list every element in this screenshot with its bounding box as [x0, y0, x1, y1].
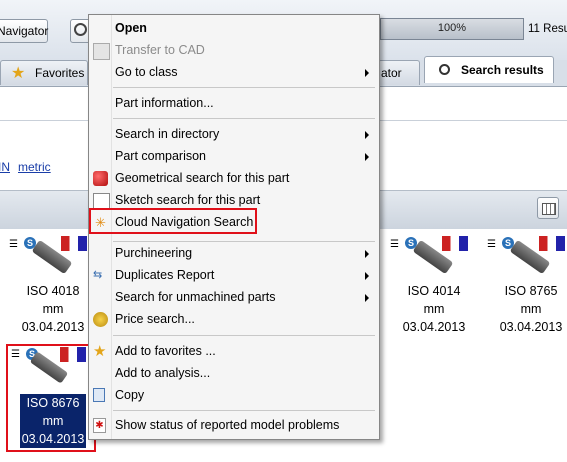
- coins-icon: [93, 312, 108, 327]
- menu-item-search-in-directory[interactable]: Search in directory: [89, 124, 379, 144]
- part-date: 03.04.2013: [499, 320, 563, 334]
- tab-favorites-label: Favorites: [35, 66, 85, 80]
- table-icon: [542, 203, 556, 215]
- transfer-icon: [93, 43, 110, 60]
- part-name: ISO 8765: [504, 284, 558, 298]
- copy-icon: [93, 388, 105, 402]
- filter-link-1[interactable]: IN: [0, 160, 10, 174]
- menu-item-sketch-search[interactable]: Sketch search for this part: [89, 190, 379, 210]
- menu-item-label: Go to class: [115, 65, 178, 79]
- part-unit: mm: [423, 302, 445, 316]
- menu-item-label: Duplicates Report: [115, 268, 215, 282]
- part-card-selected[interactable]: ☰ S ISO 8676 mm 03.04.2013: [6, 344, 96, 452]
- flags-icon: [442, 236, 468, 251]
- magnifier-icon: [439, 64, 450, 75]
- menu-separator: [113, 241, 375, 242]
- menu-item-label: Search in directory: [115, 127, 220, 141]
- submenu-arrow-icon: [365, 153, 369, 161]
- part-date: 03.04.2013: [402, 320, 466, 334]
- menu-item-transfer-to-cad[interactable]: Transfer to CAD: [89, 40, 379, 60]
- menu-item-label: Copy: [115, 388, 145, 402]
- menu-item-label: Add to analysis...: [115, 366, 211, 380]
- part-date: 03.04.2013: [21, 432, 85, 446]
- menu-item-search-unmachined[interactable]: Search for unmachined parts: [89, 287, 379, 307]
- menu-item-open[interactable]: Open: [89, 18, 379, 38]
- part-unit: mm: [42, 414, 64, 428]
- list-icon: ☰: [11, 349, 20, 360]
- filter-link-metric[interactable]: metric: [18, 160, 51, 174]
- submenu-arrow-icon: [365, 294, 369, 302]
- highlight-box: [89, 208, 257, 234]
- submenu-arrow-icon: [365, 69, 369, 77]
- flags-icon: [539, 236, 565, 251]
- menu-item-show-status[interactable]: ✱ Show status of reported model problems: [89, 415, 379, 435]
- table-view-button[interactable]: [537, 197, 559, 219]
- menu-item-add-to-favorites[interactable]: ★ Add to favorites ...: [89, 341, 379, 361]
- tab-search-results-label: Search results: [461, 63, 544, 77]
- menu-item-go-to-class[interactable]: Go to class: [89, 62, 379, 82]
- menu-separator: [113, 118, 375, 119]
- menu-item-part-comparison[interactable]: Part comparison: [89, 146, 379, 166]
- results-count: 11 Resu: [528, 23, 567, 35]
- list-icon: ☰: [487, 239, 496, 250]
- flags-icon: [61, 236, 87, 251]
- submenu-arrow-icon: [365, 250, 369, 258]
- menu-item-duplicates-report[interactable]: ⇆ Duplicates Report: [89, 265, 379, 285]
- tab-navigator-label: ator: [381, 66, 402, 80]
- part-name: ISO 8676: [26, 396, 80, 410]
- part-caption: ISO 4014 mm 03.04.2013: [387, 282, 481, 336]
- part-caption: ISO 8765 mm 03.04.2013: [484, 282, 567, 336]
- menu-item-copy[interactable]: Copy: [89, 385, 379, 405]
- menu-item-label: Part information...: [115, 96, 214, 110]
- menu-separator: [113, 410, 375, 411]
- tab-navigator[interactable]: ator: [378, 60, 420, 85]
- menu-separator: [113, 87, 375, 88]
- list-icon: ☰: [9, 239, 18, 250]
- menu-item-label: Sketch search for this part: [115, 193, 261, 207]
- menu-item-part-information[interactable]: Part information...: [89, 93, 379, 113]
- menu-item-add-to-analysis[interactable]: Add to analysis...: [89, 363, 379, 383]
- submenu-arrow-icon: [365, 272, 369, 280]
- tab-favorites[interactable]: ★ Favorites: [0, 60, 88, 85]
- tab-search-results[interactable]: Search results: [424, 56, 554, 83]
- progress-text: 100%: [437, 22, 467, 34]
- menu-item-label: Search for unmachined parts: [115, 290, 276, 304]
- part-caption: ISO 4018 mm 03.04.2013: [6, 282, 100, 336]
- menu-item-purchineering[interactable]: Purchineering: [89, 243, 379, 263]
- part-name: ISO 4014: [407, 284, 461, 298]
- submenu-arrow-icon: [365, 131, 369, 139]
- part-unit: mm: [42, 302, 64, 316]
- menu-item-label: Geometrical search for this part: [115, 171, 290, 185]
- part-name: ISO 4018: [26, 284, 80, 298]
- list-icon: ☰: [390, 239, 399, 250]
- part-card[interactable]: ☰ S ISO 8765 mm 03.04.2013: [484, 234, 567, 344]
- warning-doc-icon: ✱: [93, 418, 106, 433]
- menu-item-label: Part comparison: [115, 149, 207, 163]
- part-caption: ISO 8676 mm 03.04.2013: [20, 394, 86, 448]
- menu-item-label: Show status of reported model problems: [115, 418, 340, 432]
- part-date: 03.04.2013: [21, 320, 85, 334]
- part-card[interactable]: ☰ S ISO 4018 mm 03.04.2013: [6, 234, 100, 344]
- navigator-button[interactable]: Navigator: [0, 19, 48, 43]
- duplicates-icon: ⇆: [93, 269, 103, 281]
- menu-item-price-search[interactable]: Price search...: [89, 309, 379, 329]
- red-cube-icon: [93, 171, 108, 186]
- menu-separator: [113, 335, 375, 336]
- menu-item-label: Open: [115, 21, 147, 35]
- star-icon: ★: [93, 343, 107, 360]
- menu-item-label: Transfer to CAD: [115, 43, 205, 57]
- menu-item-label: Price search...: [115, 312, 195, 326]
- progress-bar: 100%: [380, 18, 524, 40]
- menu-item-label: Add to favorites ...: [115, 344, 216, 358]
- star-icon: ★: [11, 65, 26, 82]
- navigator-button-label: Navigator: [0, 24, 49, 38]
- menu-item-geometrical-search[interactable]: Geometrical search for this part: [89, 168, 379, 188]
- flags-icon: [60, 347, 86, 362]
- menu-item-label: Purchineering: [115, 246, 193, 260]
- part-unit: mm: [520, 302, 542, 316]
- magnifier-icon: [74, 23, 87, 36]
- context-menu: Open Transfer to CAD Go to class Part in…: [88, 14, 380, 440]
- part-card[interactable]: ☰ S ISO 4014 mm 03.04.2013: [387, 234, 481, 344]
